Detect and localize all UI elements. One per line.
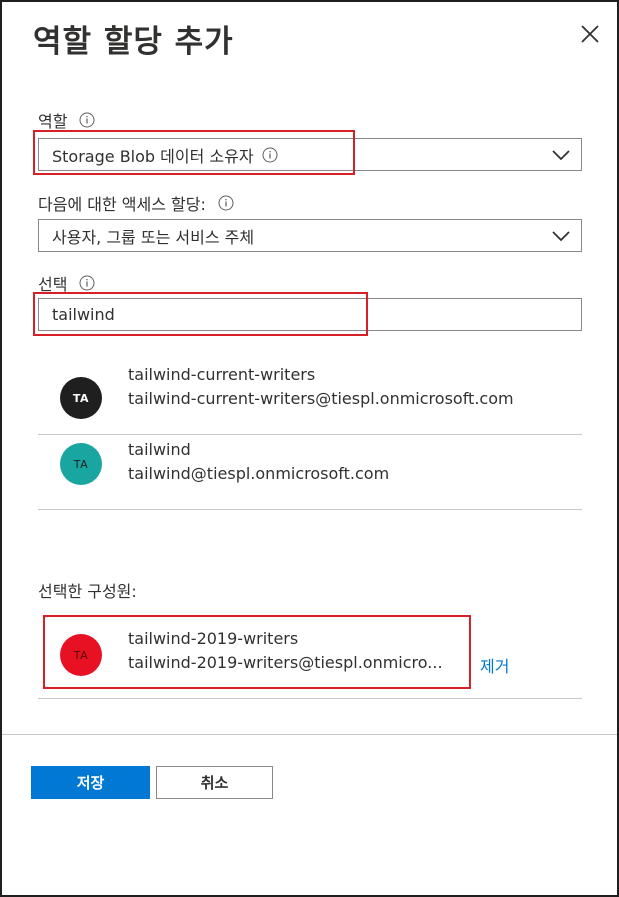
- result-name: tailwind-current-writers: [128, 365, 316, 384]
- chevron-down-icon: [552, 231, 570, 242]
- role-dropdown[interactable]: Storage Blob 데이터 소유자: [38, 138, 582, 171]
- assign-access-dropdown[interactable]: 사용자, 그룹 또는 서비스 주체: [38, 219, 582, 252]
- selected-member-email: tailwind-2019-writers@tiespl.onmicro...: [128, 653, 443, 672]
- assign-access-value: 사용자, 그룹 또는 서비스 주체: [52, 227, 255, 247]
- save-button[interactable]: 저장: [31, 766, 150, 799]
- info-icon[interactable]: [262, 147, 278, 163]
- role-dropdown-value: Storage Blob 데이터 소유자: [52, 146, 254, 166]
- result-email: tailwind-current-writers@tiespl.onmicros…: [128, 389, 514, 408]
- role-label-row: 역할: [38, 108, 95, 132]
- select-search-value: tailwind: [52, 305, 115, 324]
- avatar-initials: TA: [72, 391, 90, 405]
- search-result-item[interactable]: TA tailwind-current-writers tailwind-cur…: [38, 361, 582, 435]
- info-icon[interactable]: [218, 195, 234, 211]
- role-label: 역할: [38, 112, 68, 131]
- result-name: tailwind: [128, 440, 191, 459]
- info-icon[interactable]: [79, 112, 95, 128]
- selected-member-name: tailwind-2019-writers: [128, 629, 299, 648]
- select-label: 선택: [38, 275, 68, 294]
- remove-member-link[interactable]: 제거: [480, 653, 509, 677]
- avatar: TA: [60, 443, 102, 485]
- selected-members-label: 선택한 구성원:: [38, 582, 137, 601]
- assign-access-label-row: 다음에 대한 액세스 할당:: [38, 191, 234, 215]
- avatar-initials: TA: [73, 648, 89, 662]
- result-email: tailwind@tiespl.onmicrosoft.com: [128, 464, 390, 483]
- close-icon[interactable]: [576, 20, 604, 48]
- add-role-assignment-panel: 역할 할당 추가 역할 Storage Blob 데이터 소유자 다음에 대한 …: [0, 0, 619, 897]
- panel-title: 역할 할당 추가: [33, 24, 234, 60]
- assign-access-label: 다음에 대한 액세스 할당:: [38, 195, 206, 214]
- avatar-initials: TA: [73, 457, 89, 471]
- cancel-button[interactable]: 취소: [156, 766, 273, 799]
- select-search-input[interactable]: tailwind: [38, 298, 582, 331]
- info-icon[interactable]: [79, 275, 95, 291]
- chevron-down-icon: [552, 150, 570, 161]
- avatar: TA: [60, 377, 102, 419]
- select-label-row: 선택: [38, 271, 95, 295]
- search-result-item[interactable]: TA tailwind tailwind@tiespl.onmicrosoft.…: [38, 436, 582, 510]
- avatar: TA: [60, 634, 102, 676]
- footer-divider: [2, 734, 617, 735]
